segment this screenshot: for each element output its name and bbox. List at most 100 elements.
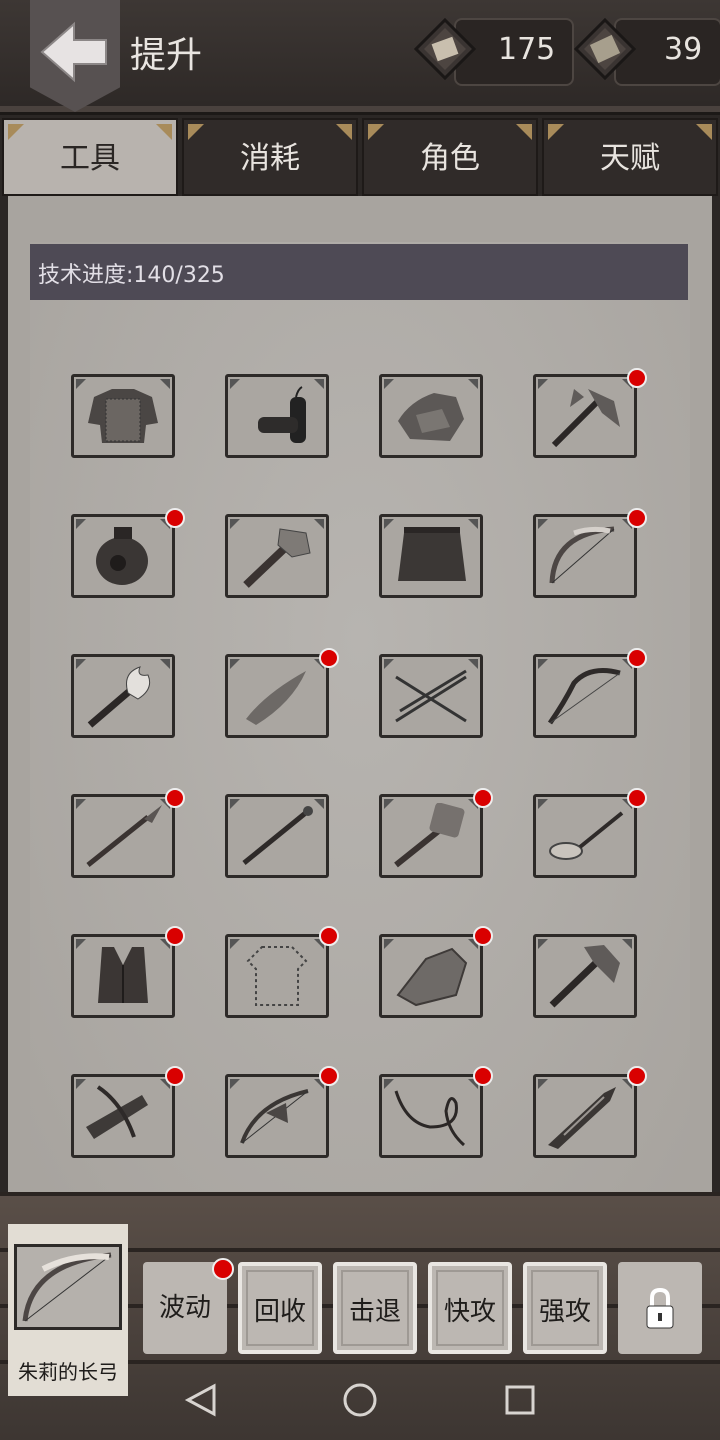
item-stone-knife[interactable] [225,654,329,738]
new-badge [473,1066,493,1086]
resource-book-value: 39 [664,32,703,67]
spear-icon [86,805,162,867]
item-rock[interactable] [379,934,483,1018]
item-grass-skirt[interactable] [379,514,483,598]
locked-skill-slot[interactable] [618,1262,702,1354]
longbow-icon [22,1252,112,1322]
tab-label: 工具 [60,141,120,176]
new-badge [627,508,647,528]
tab-label: 消耗 [240,141,300,176]
skill-label: 波动 [158,1293,211,1323]
tab-label: 天赋 [600,141,660,176]
tab-talents[interactable]: 天赋 [542,118,718,196]
new-badge [627,368,647,388]
top-bar: 提升 175 39 [0,0,720,115]
skill-recycle-button[interactable]: 回收 [238,1262,322,1354]
item-fire-torch[interactable] [71,654,175,738]
item-spear[interactable] [71,794,175,878]
staff-icon [242,806,313,865]
item-double-axe[interactable] [533,934,637,1018]
item-poison-jar[interactable] [71,514,175,598]
item-stone-armor[interactable] [379,374,483,458]
back-button[interactable] [30,0,120,112]
item-leather-vest[interactable] [71,934,175,1018]
new-badge [319,648,339,668]
tab-label: 角色 [420,141,480,176]
stone-knife-icon [246,671,306,725]
page-title: 提升 [130,35,203,76]
skill-knockback-button[interactable]: 击退 [333,1262,417,1354]
tab-characters[interactable]: 角色 [362,118,538,196]
new-badge [473,788,493,808]
grass-skirt-icon [398,527,466,581]
skill-label: 击退 [348,1297,401,1327]
tab-tools[interactable]: 工具 [2,118,178,196]
new-badge [212,1258,234,1280]
selected-item-card[interactable]: 朱莉的长弓 [8,1224,128,1396]
double-axe-icon [549,945,620,1008]
item-jagged-sword[interactable] [533,1074,637,1158]
resource-scroll-value: 175 [498,32,556,67]
item-chainmail-armor[interactable] [71,374,175,458]
skill-label: 回收 [253,1297,306,1327]
item-empty-shirt[interactable] [225,934,329,1018]
fire-torch-icon [87,666,151,728]
chainmail-armor-icon [88,389,158,443]
arrows-icon [395,669,467,723]
new-badge [165,1066,185,1086]
sledgehammer-icon [394,803,465,868]
recents-square-icon[interactable] [504,1384,536,1416]
item-bone-bow[interactable] [533,514,637,598]
stone-hammer-icon [243,528,311,588]
tab-consumables[interactable]: 消耗 [182,118,358,196]
skill-power-attack-button[interactable]: 强攻 [523,1262,607,1354]
rock-icon [396,947,468,1007]
skill-label: 快攻 [443,1297,496,1327]
skill-quick-attack-button[interactable]: 快攻 [428,1262,512,1354]
tech-progress-text: 技术进度:140/325 [38,263,225,288]
empty-shirt-outline-icon [246,946,308,1006]
bow-crossbow-icon [240,1089,309,1144]
bone-bow-icon [549,526,615,584]
item-whip[interactable] [379,1074,483,1158]
new-badge [627,648,647,668]
item-battle-axe[interactable] [533,374,637,458]
item-crossbow[interactable] [71,1074,175,1158]
new-badge [319,926,339,946]
item-recurve-bow[interactable] [533,654,637,738]
book-icon [574,18,636,80]
stone-armor-icon [398,393,464,441]
recurve-bow-icon [547,668,621,725]
new-badge [319,1066,339,1086]
new-badge [165,508,185,528]
leather-vest-icon [98,947,148,1003]
whip-icon [394,1090,466,1147]
tech-progress-bar: 技术进度:140/325 [30,244,688,300]
battle-axe-icon [551,389,620,448]
item-stone-hammer[interactable] [225,514,329,598]
back-arrow-icon [40,21,107,83]
crossbow-icon [86,1085,148,1139]
item-staff[interactable] [225,794,329,878]
new-badge [473,926,493,946]
system-nav-bar [0,1372,720,1440]
dynamite-icon [258,386,306,443]
frying-pan-icon [549,811,624,860]
lock-icon [646,1287,674,1329]
home-circle-icon[interactable] [342,1382,378,1418]
new-badge [165,926,185,946]
item-arrows[interactable] [379,654,483,738]
item-bow-crossbow[interactable] [225,1074,329,1158]
parchment-scroll-icon [414,18,476,80]
category-tabs: 工具 消耗 角色 天赋 [0,118,720,196]
skill-label: 强攻 [538,1297,591,1327]
item-frying-pan[interactable] [533,794,637,878]
poison-jar-icon [96,527,148,585]
item-sledgehammer[interactable] [379,794,483,878]
back-triangle-icon[interactable] [184,1382,218,1418]
new-badge [165,788,185,808]
jagged-sword-icon [548,1087,616,1149]
item-dynamite[interactable] [225,374,329,458]
selected-item-frame [14,1244,122,1330]
new-badge [627,1066,647,1086]
